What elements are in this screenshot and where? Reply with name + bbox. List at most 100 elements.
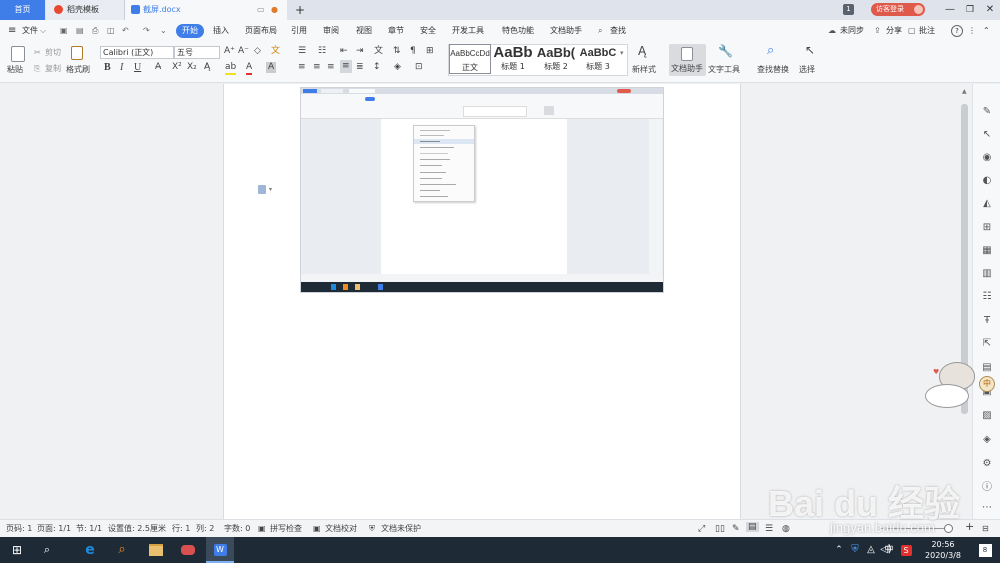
borders-icon[interactable]: ⊡ bbox=[415, 62, 423, 73]
tab-window-icon[interactable]: ▭ bbox=[257, 0, 265, 20]
style-normal[interactable]: AaBbCcDd 正文 bbox=[449, 44, 491, 74]
protection-status[interactable]: 文档未保护 bbox=[381, 524, 421, 534]
tab-security[interactable]: 安全 bbox=[420, 24, 436, 38]
tab-developer[interactable]: 开发工具 bbox=[452, 24, 484, 38]
style-heading-1[interactable]: AaBb 标题 1 bbox=[492, 44, 534, 74]
italic-button[interactable]: I bbox=[120, 62, 123, 73]
scroll-up-icon[interactable]: ▲ bbox=[962, 88, 967, 95]
phonetic-icon[interactable]: 文 bbox=[271, 46, 280, 57]
text-effect-icon[interactable]: Ą bbox=[204, 62, 210, 73]
table-icon[interactable]: ⊞ bbox=[981, 222, 993, 233]
redo-icon[interactable]: ↷ bbox=[143, 24, 150, 38]
tab-chapter[interactable]: 章节 bbox=[388, 24, 404, 38]
guest-login-button[interactable]: 访客登录 bbox=[871, 3, 925, 16]
search-label[interactable]: 查找 bbox=[610, 24, 626, 38]
status-row[interactable]: 行: 1 bbox=[172, 524, 190, 534]
network-icon[interactable]: ◬ bbox=[864, 537, 878, 563]
new-tab-button[interactable]: + bbox=[292, 0, 308, 20]
select-icon[interactable]: ↖ bbox=[805, 44, 815, 56]
menu-file-dropdown-icon[interactable]: ⌵ bbox=[40, 24, 46, 38]
distribute-icon[interactable]: ≣ bbox=[356, 62, 364, 73]
system-clock[interactable]: 20:56 2020/3/8 bbox=[920, 539, 966, 561]
style-heading-3[interactable]: AaBbC 标题 3 bbox=[577, 44, 619, 74]
tab-start[interactable]: 开始 bbox=[176, 24, 204, 38]
highlight-icon[interactable]: ab bbox=[225, 62, 237, 75]
copy-button[interactable]: 复制 bbox=[45, 63, 61, 74]
embedded-screenshot-image[interactable] bbox=[300, 87, 664, 293]
cloud-sync-icon[interactable]: ☁ bbox=[828, 24, 836, 38]
cut-icon[interactable]: ✂ bbox=[34, 47, 41, 58]
numbered-list-icon[interactable]: ☷ bbox=[318, 46, 326, 57]
pen-icon[interactable]: ✎ bbox=[981, 106, 993, 117]
chinese-layout-icon[interactable]: 文 bbox=[374, 46, 383, 57]
page-view-icon[interactable]: ▤ bbox=[746, 522, 759, 532]
info-icon[interactable]: ⓘ bbox=[981, 482, 993, 493]
tab-page-layout[interactable]: 页面布局 bbox=[245, 24, 277, 38]
print-preview-icon[interactable]: ◫ bbox=[107, 24, 115, 38]
security-tray-icon[interactable]: ⛨ bbox=[848, 537, 862, 563]
location-pin-icon[interactable]: ◉ bbox=[981, 152, 993, 163]
font-size-select[interactable]: 五号 bbox=[174, 46, 220, 59]
close-button[interactable]: ✕ bbox=[975, 0, 1000, 20]
notification-center-icon[interactable]: 8 bbox=[976, 537, 994, 563]
file-explorer-icon[interactable] bbox=[144, 537, 168, 563]
tab-document[interactable]: 截屏.docx ▭ ● bbox=[125, 0, 287, 20]
help-button[interactable]: ? bbox=[951, 25, 963, 37]
format-painter-icon[interactable] bbox=[71, 46, 83, 60]
tab-review[interactable]: 审阅 bbox=[323, 24, 339, 38]
wps-tray-icon[interactable]: S bbox=[899, 537, 913, 563]
tab-daoke-templates[interactable]: 稻壳模板 bbox=[46, 0, 125, 20]
spell-check-icon[interactable]: ▣ bbox=[258, 524, 266, 534]
tab-special-features[interactable]: 特色功能 bbox=[502, 24, 534, 38]
anchor-dropdown-icon[interactable]: ▾ bbox=[269, 186, 272, 193]
status-column[interactable]: 列: 2 bbox=[196, 524, 214, 534]
hamburger-menu-icon[interactable]: ≡ bbox=[8, 24, 16, 38]
export-pdf-icon[interactable]: ▤ bbox=[76, 24, 84, 38]
fullscreen-icon[interactable]: ⤢ bbox=[698, 524, 705, 534]
save-icon[interactable]: ▣ bbox=[60, 24, 68, 38]
menu-file[interactable]: 文件 bbox=[22, 24, 38, 38]
tab-references[interactable]: 引用 bbox=[291, 24, 307, 38]
new-style-icon[interactable]: Ą bbox=[638, 45, 646, 57]
grow-font-icon[interactable]: A⁺ bbox=[224, 46, 235, 57]
new-style-button[interactable]: 新样式 bbox=[632, 64, 656, 75]
collapse-ribbon-icon[interactable]: ⌃ bbox=[983, 24, 990, 38]
zoom-in-button[interactable]: + bbox=[965, 521, 974, 532]
font-name-select[interactable]: Calibri (正文) bbox=[100, 46, 174, 59]
style-heading-2[interactable]: AaBb( 标题 2 bbox=[535, 44, 577, 74]
adjust-sliders-icon[interactable]: ☷ bbox=[981, 291, 993, 302]
tab-view[interactable]: 视图 bbox=[356, 24, 372, 38]
char-shading-icon[interactable]: A bbox=[266, 62, 277, 73]
decrease-indent-icon[interactable]: ⇤ bbox=[340, 46, 348, 57]
text-tools-button[interactable]: 文字工具 bbox=[708, 64, 740, 75]
proofread-button[interactable]: 文档校对 bbox=[325, 524, 357, 534]
more-dots-icon[interactable]: ⋯ bbox=[981, 502, 993, 513]
search-icon[interactable]: ⌕ bbox=[598, 24, 602, 38]
comment-button[interactable]: 批注 bbox=[919, 24, 935, 38]
bold-button[interactable]: B bbox=[104, 62, 111, 73]
status-page-number[interactable]: 页码: 1 bbox=[6, 524, 32, 534]
copy-icon[interactable]: ⎘ bbox=[34, 63, 40, 74]
fill-bucket-icon[interactable]: ◭ bbox=[981, 198, 993, 209]
image-icon[interactable]: ▨ bbox=[981, 410, 993, 421]
zoom-options-icon[interactable]: ⊟ bbox=[982, 524, 989, 534]
spell-check-button[interactable]: 拼写检查 bbox=[270, 524, 302, 534]
sort-icon[interactable]: ⇅ bbox=[393, 46, 401, 57]
paragraph-anchor-icon[interactable] bbox=[258, 185, 266, 194]
cut-button[interactable]: 剪切 bbox=[45, 47, 61, 58]
status-section[interactable]: 节: 1/1 bbox=[76, 524, 102, 534]
comment-icon[interactable]: ▢ bbox=[908, 24, 916, 38]
paste-icon[interactable] bbox=[11, 46, 25, 62]
show-hidden-icons[interactable]: ⌃ bbox=[833, 537, 845, 563]
compass-icon[interactable]: ◈ bbox=[981, 434, 993, 445]
undo-icon[interactable]: ↶ bbox=[122, 24, 129, 38]
vertical-scrollbar[interactable]: ▲ bbox=[959, 84, 971, 519]
wrench-icon[interactable]: ⚙ bbox=[981, 458, 993, 469]
align-center-icon[interactable]: ≡ bbox=[313, 62, 321, 73]
increase-indent-icon[interactable]: ⇥ bbox=[356, 46, 364, 57]
more-options-button[interactable]: ⋮ bbox=[968, 24, 976, 38]
select-button[interactable]: 选择 bbox=[799, 64, 815, 75]
tab-insert[interactable]: 插入 bbox=[213, 24, 229, 38]
styles-more-icon[interactable]: ▾ bbox=[620, 48, 624, 59]
edge-browser-icon[interactable]: e bbox=[78, 537, 102, 563]
